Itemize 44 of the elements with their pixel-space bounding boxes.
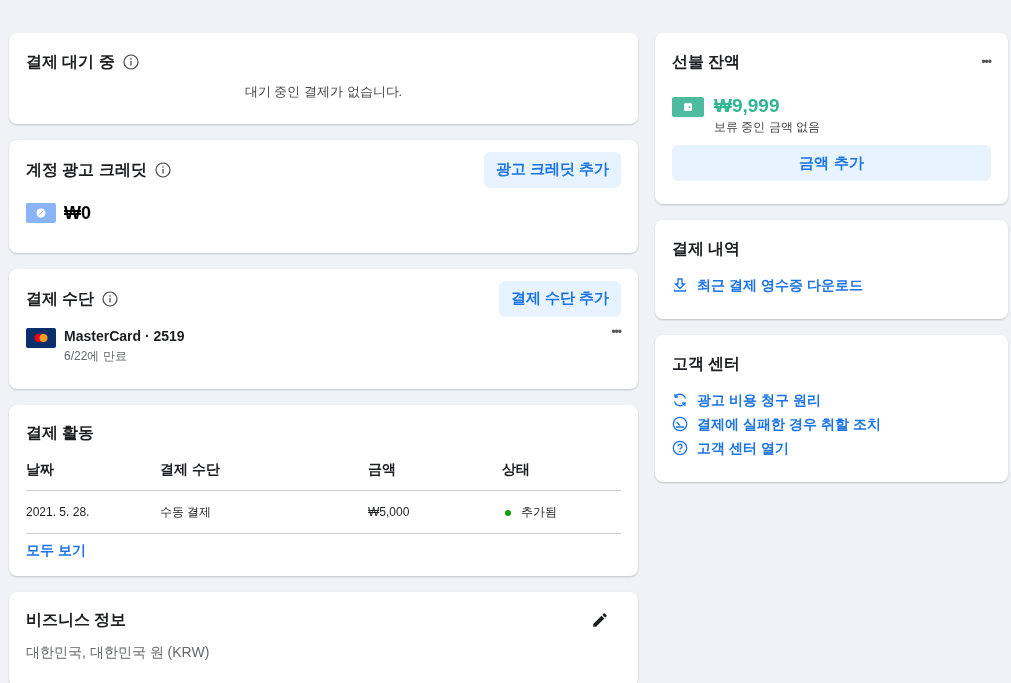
coupon-icon (26, 203, 56, 223)
section-title: 결제 대기 중 (26, 52, 115, 72)
table-cell: 2021. 5. 28. (26, 490, 160, 534)
section-title: 결제 수단 (26, 288, 95, 309)
status-text: 추가됨 (521, 503, 557, 521)
help-link[interactable]: 고객 센터 열기 (697, 437, 789, 459)
more-button[interactable]: ••• (611, 325, 621, 338)
section-title: 선불 잔액 (672, 52, 741, 72)
help-link[interactable]: 광고 비용 청구 원리 (697, 389, 821, 411)
section-title: 결제 내역 (672, 239, 742, 259)
section-title: 비즈니스 정보 (26, 609, 127, 630)
wallet-icon (672, 97, 704, 117)
refresh-icon (672, 392, 688, 408)
business-details: 대한민국, 대한민국 원 (KRW) (26, 642, 211, 662)
card-logo-icon (26, 327, 56, 348)
section-title: 계정 광고 크레딧 (26, 159, 147, 180)
section-title: 고객 센터 (672, 354, 742, 374)
section-title: 결제 활동 (26, 422, 95, 443)
balance-amount: ₩9,999 (714, 94, 781, 118)
add-button[interactable]: 광고 크레딧 추가 (483, 151, 621, 188)
gauge-icon (672, 416, 688, 432)
pending-note: 보류 중인 금액 없음 (714, 119, 820, 136)
column-header: 날짜 (26, 458, 160, 491)
edit-icon[interactable] (591, 610, 609, 629)
credit-amount: ₩0 (64, 201, 91, 225)
expiry-date: 6/22에 만료 (64, 347, 128, 365)
info-icon[interactable] (122, 54, 139, 70)
view-all-link[interactable]: 모두 보기 (26, 539, 86, 561)
add-button[interactable]: 금액 추가 (672, 145, 991, 181)
table-cell: ₩5,000 (368, 490, 502, 534)
add-button[interactable]: 결제 수단 추가 (498, 280, 621, 317)
help-link[interactable]: 최근 결제 영수증 다운로드 (697, 274, 863, 296)
help-link[interactable]: 결제에 실패한 경우 취할 조치 (697, 413, 881, 435)
help-icon (672, 440, 688, 456)
column-header: 결제 수단 (160, 458, 368, 491)
column-header: 상태 (502, 458, 621, 491)
empty-message: 대기 중인 결제가 없습니다. (243, 83, 404, 101)
card-name: MasterCard · 2519 (64, 326, 186, 346)
download-icon (672, 277, 688, 293)
column-header: 금액 (368, 458, 502, 491)
more-button[interactable]: ••• (981, 53, 991, 71)
info-icon[interactable] (102, 290, 119, 307)
info-icon[interactable] (154, 161, 171, 178)
table-cell: 수동 결제 (160, 490, 368, 534)
